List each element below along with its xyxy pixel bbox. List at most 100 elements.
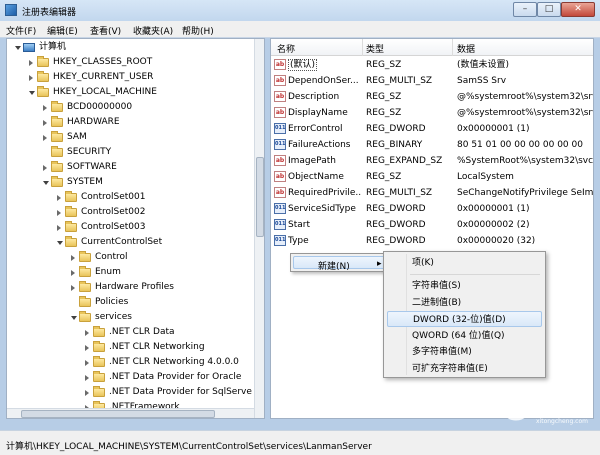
expand-closed-icon[interactable] — [43, 105, 47, 111]
menu-help[interactable]: 帮助(H) — [182, 24, 214, 37]
expand-open-icon[interactable] — [29, 91, 35, 95]
value-row[interactable]: 011 ErrorControl REG_DWORD 0x00000001 (1) — [271, 121, 593, 137]
new-menu-label: 新建(N) — [318, 262, 350, 272]
expand-closed-icon[interactable] — [85, 360, 89, 366]
binary-value-icon: 011 — [274, 219, 286, 230]
tree-item[interactable]: ControlSet001 — [7, 190, 254, 205]
folder-icon — [79, 296, 91, 307]
value-row[interactable]: ab DisplayName REG_SZ @%systemroot%\system3… — [271, 105, 593, 121]
submenu-item[interactable]: 可扩充字符串值(E) — [387, 361, 542, 377]
minimize-button[interactable]: – — [513, 2, 537, 17]
expand-closed-icon[interactable] — [29, 60, 33, 66]
tree-item[interactable]: Enum — [7, 265, 254, 280]
value-type-cell: REG_DWORD — [366, 201, 451, 217]
expand-closed-icon[interactable] — [43, 135, 47, 141]
value-row[interactable]: ab RequiredPrivile... REG_MULTI_SZ SeChange… — [271, 185, 593, 201]
expand-closed-icon[interactable] — [85, 390, 89, 396]
tree-item[interactable]: 计算机 — [7, 40, 254, 55]
menu-file[interactable]: 文件(F) — [6, 24, 36, 37]
folder-icon — [93, 386, 105, 397]
tree-item-label: .NET CLR Data — [109, 327, 175, 337]
tree-item[interactable]: SYSTEM — [7, 175, 254, 190]
submenu-item[interactable]: DWORD (32-位)值(D) — [387, 311, 542, 328]
tree-item[interactable]: HKEY_CURRENT_USER — [7, 70, 254, 85]
tree-item[interactable]: .NET CLR Networking — [7, 340, 254, 355]
tree-item-label: BCD00000000 — [67, 102, 133, 112]
tree-item[interactable]: .NET CLR Data — [7, 325, 254, 340]
tree-item[interactable]: SECURITY — [7, 145, 254, 160]
value-data: 80 51 01 00 00 00 00 00 00 — [457, 140, 583, 150]
expand-closed-icon[interactable] — [85, 330, 89, 336]
value-name-cell: FailureActions — [288, 137, 362, 153]
expand-closed-icon[interactable] — [57, 210, 61, 216]
tree-item[interactable]: HKEY_CLASSES_ROOT — [7, 55, 254, 70]
expand-closed-icon[interactable] — [57, 225, 61, 231]
scroll-thumb[interactable] — [21, 410, 215, 418]
folder-icon — [93, 341, 105, 352]
tree-item[interactable]: .NET CLR Networking 4.0.0.0 — [7, 355, 254, 370]
value-row[interactable]: ab ImagePath REG_EXPAND_SZ %SystemRoot%\sys… — [271, 153, 593, 169]
new-menu-item[interactable]: 新建(N) ▸ — [293, 256, 387, 272]
value-row[interactable]: 011 Start REG_DWORD 0x00000002 (2) — [271, 217, 593, 233]
tree-item[interactable]: .NET Data Provider for Oracle — [7, 370, 254, 385]
tree-item[interactable]: BCD00000000 — [7, 100, 254, 115]
expand-closed-icon[interactable] — [43, 165, 47, 171]
column-data[interactable]: 数据 — [457, 42, 475, 55]
value-name: FailureActions — [288, 140, 351, 150]
submenu-item[interactable]: 二进制值(B) — [387, 295, 542, 311]
submenu-item[interactable]: 字符串值(S) — [387, 278, 542, 294]
expand-open-icon[interactable] — [57, 241, 63, 245]
value-row[interactable]: 011 ServiceSidType REG_DWORD 0x00000001 (1) — [271, 201, 593, 217]
tree-item[interactable]: ControlSet002 — [7, 205, 254, 220]
submenu-item[interactable]: 多字符串值(M) — [387, 344, 542, 360]
menu-edit[interactable]: 编辑(E) — [47, 24, 78, 37]
tree-item[interactable]: Control — [7, 250, 254, 265]
tree-horizontal-scrollbar[interactable] — [7, 408, 254, 418]
tree-item[interactable]: HARDWARE — [7, 115, 254, 130]
tree-vertical-scrollbar[interactable] — [254, 39, 264, 418]
menu-view[interactable]: 查看(V) — [90, 24, 121, 37]
menu-favorites[interactable]: 收藏夹(A) — [133, 24, 173, 37]
submenu-item[interactable]: QWORD (64 位)值(Q) — [387, 328, 542, 344]
tree-item[interactable]: HKEY_LOCAL_MACHINE — [7, 85, 254, 100]
list-header: 名称 类型 数据 — [271, 39, 593, 56]
value-data-cell: 0x00000001 (1) — [457, 201, 593, 217]
column-name[interactable]: 名称 — [277, 42, 295, 55]
value-row[interactable]: ab Description REG_SZ @%systemroot%\system3… — [271, 89, 593, 105]
tree-item[interactable]: ControlSet003 — [7, 220, 254, 235]
submenu-item-label: 多字符串值(M) — [412, 347, 472, 358]
column-type[interactable]: 类型 — [366, 42, 384, 55]
registry-tree[interactable]: 计算机 HKEY_CLASSES_ROOT HKEY_CURRENT_USER HKE… — [6, 38, 265, 419]
tree-item[interactable]: Policies — [7, 295, 254, 310]
value-row[interactable]: ab (默认) REG_SZ (数值未设置) — [271, 57, 593, 73]
expand-open-icon[interactable] — [15, 46, 21, 50]
value-row[interactable]: ab DependOnSer... REG_MULTI_SZ SamSS Srv — [271, 73, 593, 89]
expand-closed-icon[interactable] — [29, 75, 33, 81]
value-row[interactable]: 011 FailureActions REG_BINARY 80 51 01 00 0… — [271, 137, 593, 153]
tree-item[interactable]: SAM — [7, 130, 254, 145]
tree-item-label: HKEY_CURRENT_USER — [53, 72, 154, 82]
expand-closed-icon[interactable] — [71, 255, 75, 261]
expand-open-icon[interactable] — [71, 316, 77, 320]
expand-closed-icon[interactable] — [85, 345, 89, 351]
expand-closed-icon[interactable] — [71, 285, 75, 291]
expand-closed-icon[interactable] — [85, 375, 89, 381]
value-name-cell: DisplayName — [288, 105, 362, 121]
value-row[interactable]: 011 Type REG_DWORD 0x00000020 (32) — [271, 233, 593, 249]
scroll-thumb[interactable] — [256, 157, 264, 237]
expand-closed-icon[interactable] — [57, 195, 61, 201]
value-row[interactable]: ab ObjectName REG_SZ LocalSystem — [271, 169, 593, 185]
expand-closed-icon[interactable] — [43, 120, 47, 126]
binary-value-icon: 011 — [274, 203, 286, 214]
tree-item[interactable]: CurrentControlSet — [7, 235, 254, 250]
expand-closed-icon[interactable] — [71, 270, 75, 276]
tree-item[interactable]: .NET Data Provider for SqlServe — [7, 385, 254, 400]
close-button[interactable]: ✕ — [561, 2, 595, 17]
submenu-item-key[interactable]: 项(K) — [387, 255, 542, 271]
maximize-button[interactable]: □ — [537, 2, 561, 17]
watermark-logo: 系统城 xitongcheng.com — [500, 389, 588, 425]
tree-item[interactable]: Hardware Profiles — [7, 280, 254, 295]
tree-item[interactable]: SOFTWARE — [7, 160, 254, 175]
expand-open-icon[interactable] — [43, 181, 49, 185]
tree-item[interactable]: services — [7, 310, 254, 325]
